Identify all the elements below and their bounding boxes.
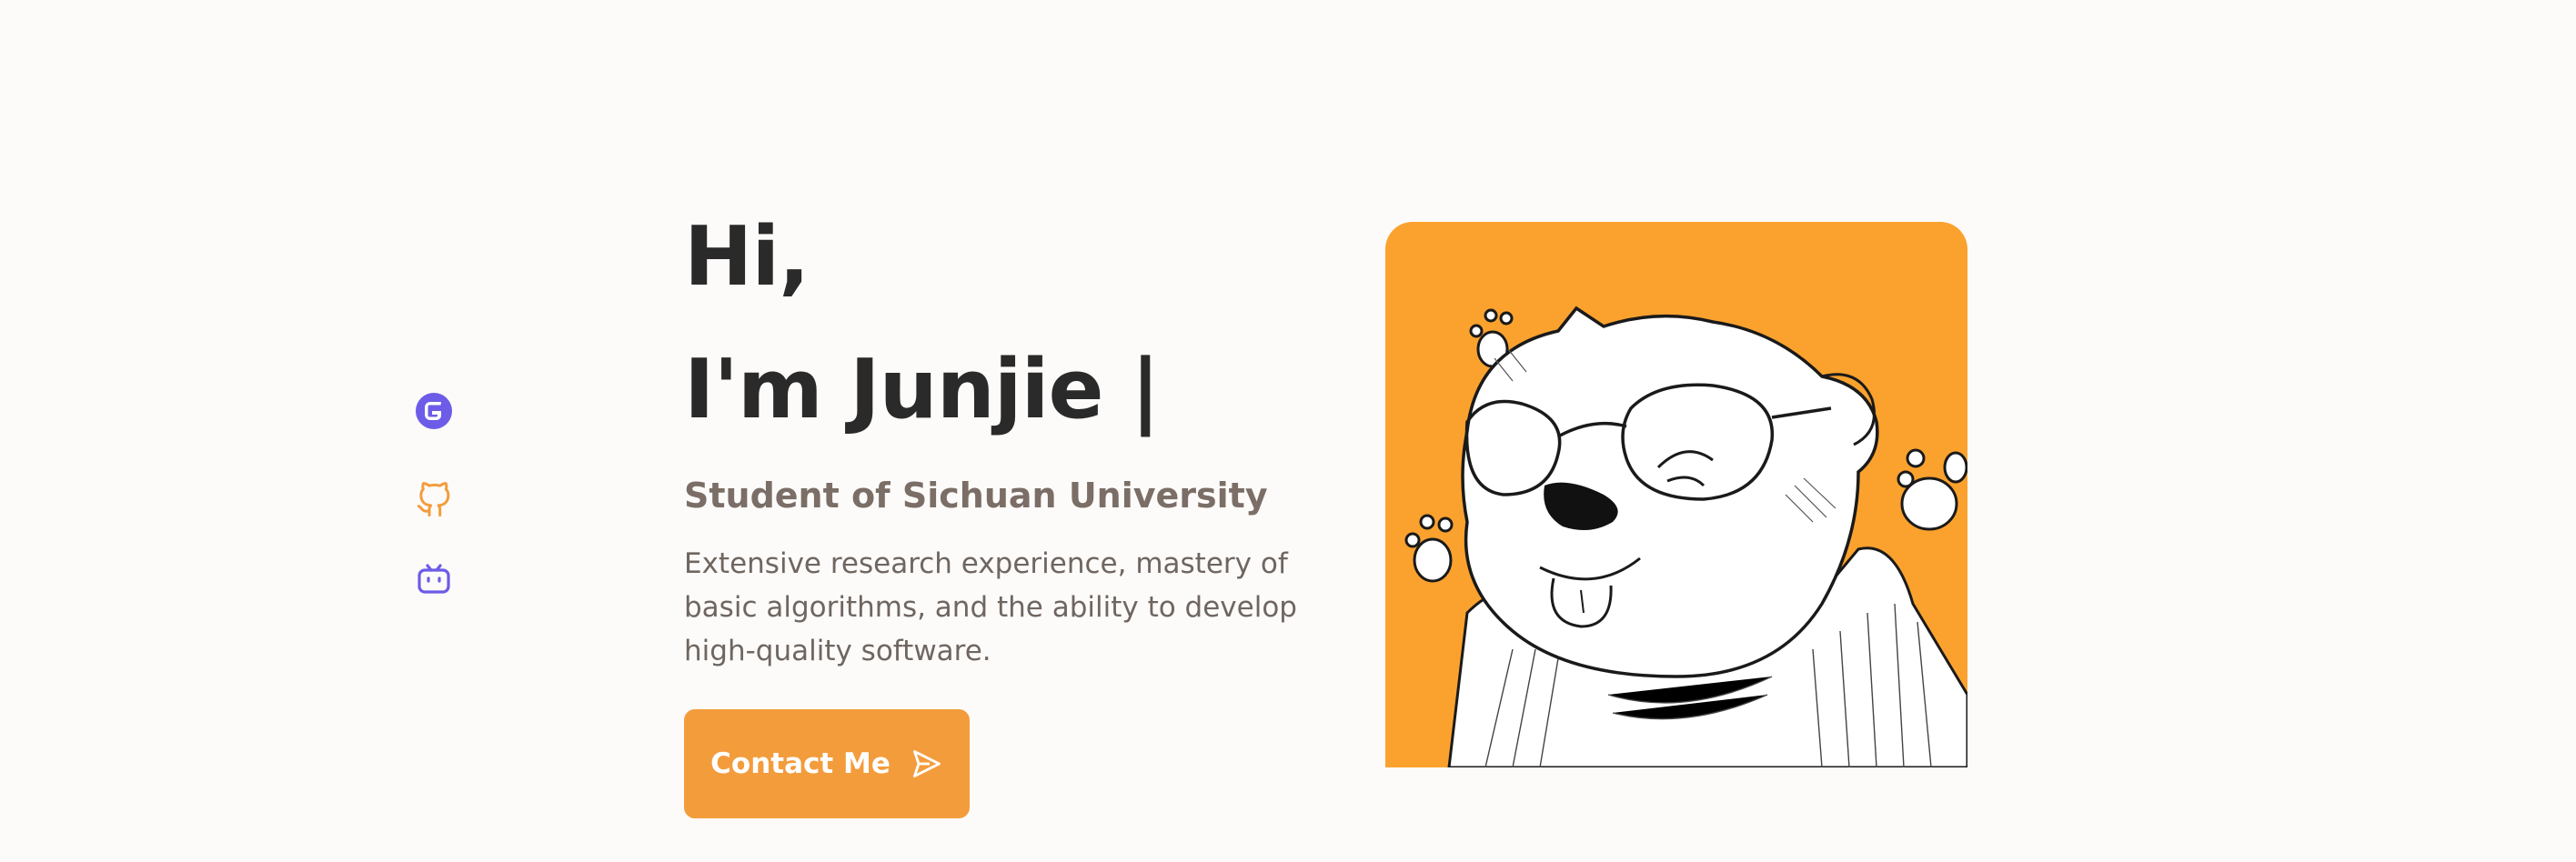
send-icon <box>912 750 941 777</box>
gitee-link[interactable] <box>414 391 454 431</box>
typing-cursor: | <box>1130 342 1161 437</box>
greeting-line-1: Hi, <box>684 209 810 305</box>
bilibili-link[interactable] <box>414 559 454 599</box>
gitee-icon <box>416 393 452 429</box>
github-icon <box>417 482 450 517</box>
greeting-name: I'm Junjie <box>684 342 1104 437</box>
avatar-image <box>1385 222 1967 767</box>
greeting-line-2: I'm Junjie | <box>684 324 1339 456</box>
home-page: Hi, I'm Junjie | Student of Sichuan Univ… <box>0 0 2576 862</box>
contact-me-label: Contact Me <box>710 747 891 780</box>
hero-description: Extensive research experience, mastery o… <box>684 547 1297 667</box>
bilibili-icon <box>418 564 450 594</box>
bear-avatar-illustration <box>1404 306 1967 767</box>
contact-me-button[interactable]: Contact Me <box>684 709 970 818</box>
hero-intro: Hi, I'm Junjie | Student of Sichuan Univ… <box>684 191 1339 673</box>
hero-subtitle: Student of Sichuan University <box>684 476 1268 516</box>
github-link[interactable] <box>414 480 454 520</box>
